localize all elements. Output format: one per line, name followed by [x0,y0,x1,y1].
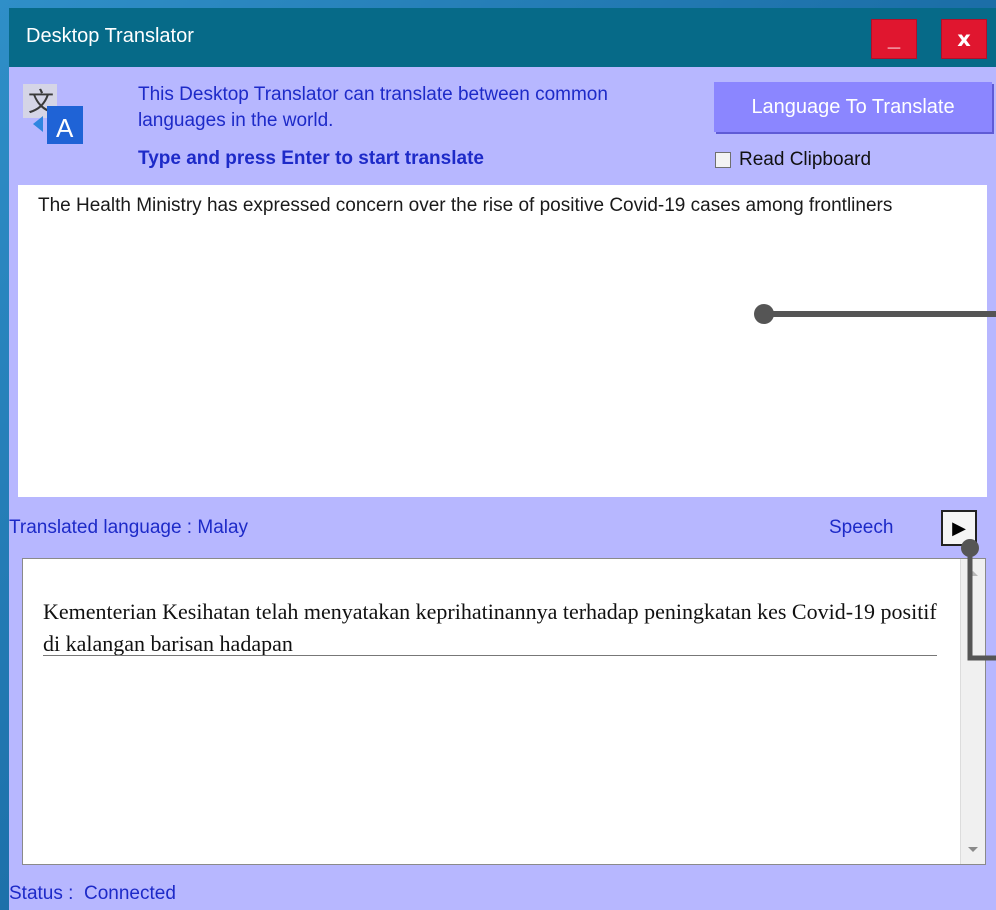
source-text[interactable]: The Health Ministry has expressed concer… [38,193,958,219]
speech-label: Speech [829,517,894,538]
close-button[interactable]: x [941,19,987,59]
translation-output[interactable]: Kementerian Kesihatan telah menyatakan k… [22,558,986,865]
scroll-up-icon[interactable] [968,571,978,576]
output-scrollbar[interactable] [960,559,985,864]
source-text-input[interactable]: The Health Ministry has expressed concer… [18,185,987,497]
svg-text:A: A [56,113,74,143]
minimize-button[interactable]: _ [871,19,917,59]
app-window: Desktop Translator _ x 文 A This Desktop … [9,8,996,910]
translated-language-label: Translated language : Malay [9,517,249,538]
play-icon: ▶ [952,518,966,538]
read-clipboard-label[interactable]: Read Clipboard [739,149,871,171]
window-title: Desktop Translator [26,25,194,47]
language-to-translate-button[interactable]: Language To Translate [714,82,992,132]
status-text: Status : Connected [9,883,176,904]
translated-text[interactable]: Kementerian Kesihatan telah menyatakan k… [43,596,943,660]
scroll-down-icon[interactable] [968,847,978,852]
title-bar[interactable]: Desktop Translator _ x [9,8,996,67]
instruction-text: Type and press Enter to start translate [138,148,484,169]
text-divider [43,655,937,656]
read-clipboard-checkbox[interactable] [715,152,731,168]
speech-play-button[interactable]: ▶ [941,510,977,546]
app-description: This Desktop Translator can translate be… [138,84,608,131]
translate-icon: 文 A [23,84,83,144]
